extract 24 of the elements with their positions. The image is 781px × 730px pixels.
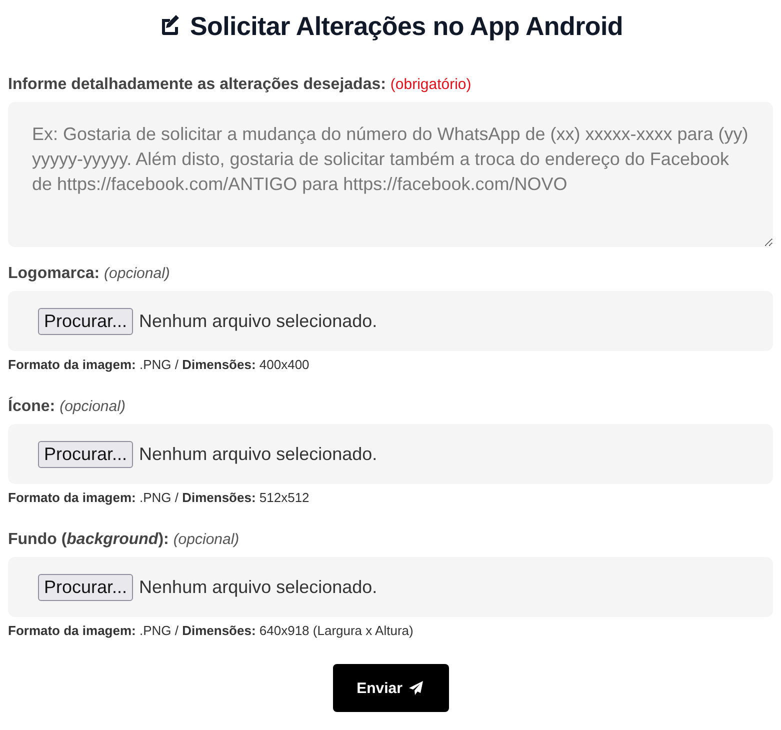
field-label: Ícone:	[8, 398, 56, 415]
format-hint: Formato da imagem: .PNG / Dimensões: 640x918 (Largura x Altura)	[8, 623, 414, 638]
optional-note: (opcional)	[104, 265, 170, 282]
file-status: Nenhum arquivo selecionado.	[139, 576, 378, 598]
field-label: Fundo (background):	[8, 531, 169, 548]
file-upload-area[interactable]: Procurar... Nenhum arquivo selecionado.	[8, 424, 773, 484]
browse-button[interactable]: Procurar...	[38, 440, 134, 468]
optional-note: (opcional)	[60, 398, 126, 415]
submit-button[interactable]: Enviar	[332, 664, 448, 712]
file-status: Nenhum arquivo selecionado.	[139, 310, 378, 332]
field-label: Logomarca:	[8, 265, 100, 282]
browse-button[interactable]: Procurar...	[38, 308, 134, 334]
format-hint: Formato da imagem: .PNG / Dimensões: 400x400	[8, 357, 310, 372]
browse-button[interactable]: Procurar...	[38, 574, 134, 600]
format-hint: Formato da imagem: .PNG / Dimensões: 512x512	[8, 490, 310, 505]
file-status: Nenhum arquivo selecionado.	[139, 444, 378, 464]
page-title: Solicitar Alterações no App Android	[190, 10, 623, 42]
file-upload-area[interactable]: Procurar... Nenhum arquivo selecionado.	[8, 557, 773, 617]
required-note: (obrigatório)	[390, 76, 472, 93]
optional-note: (opcional)	[173, 531, 240, 548]
file-upload-area[interactable]: Procurar... Nenhum arquivo selecionado.	[8, 291, 773, 351]
details-textarea[interactable]: Ex: Gostaria de solicitar a mudança do número do WhatsApp de (xx) xxxxx-xxxx para (yy) yyyyy-yyyyy. Além disto, gostaria de solicitar também a troca do endereço do Facebook de https://facebook.com/ANTIGO para https://facebook.com/NOVO	[8, 102, 773, 247]
send-icon	[408, 680, 424, 696]
field-label: Informe detalhadamente as alterações desejadas:	[8, 76, 386, 93]
